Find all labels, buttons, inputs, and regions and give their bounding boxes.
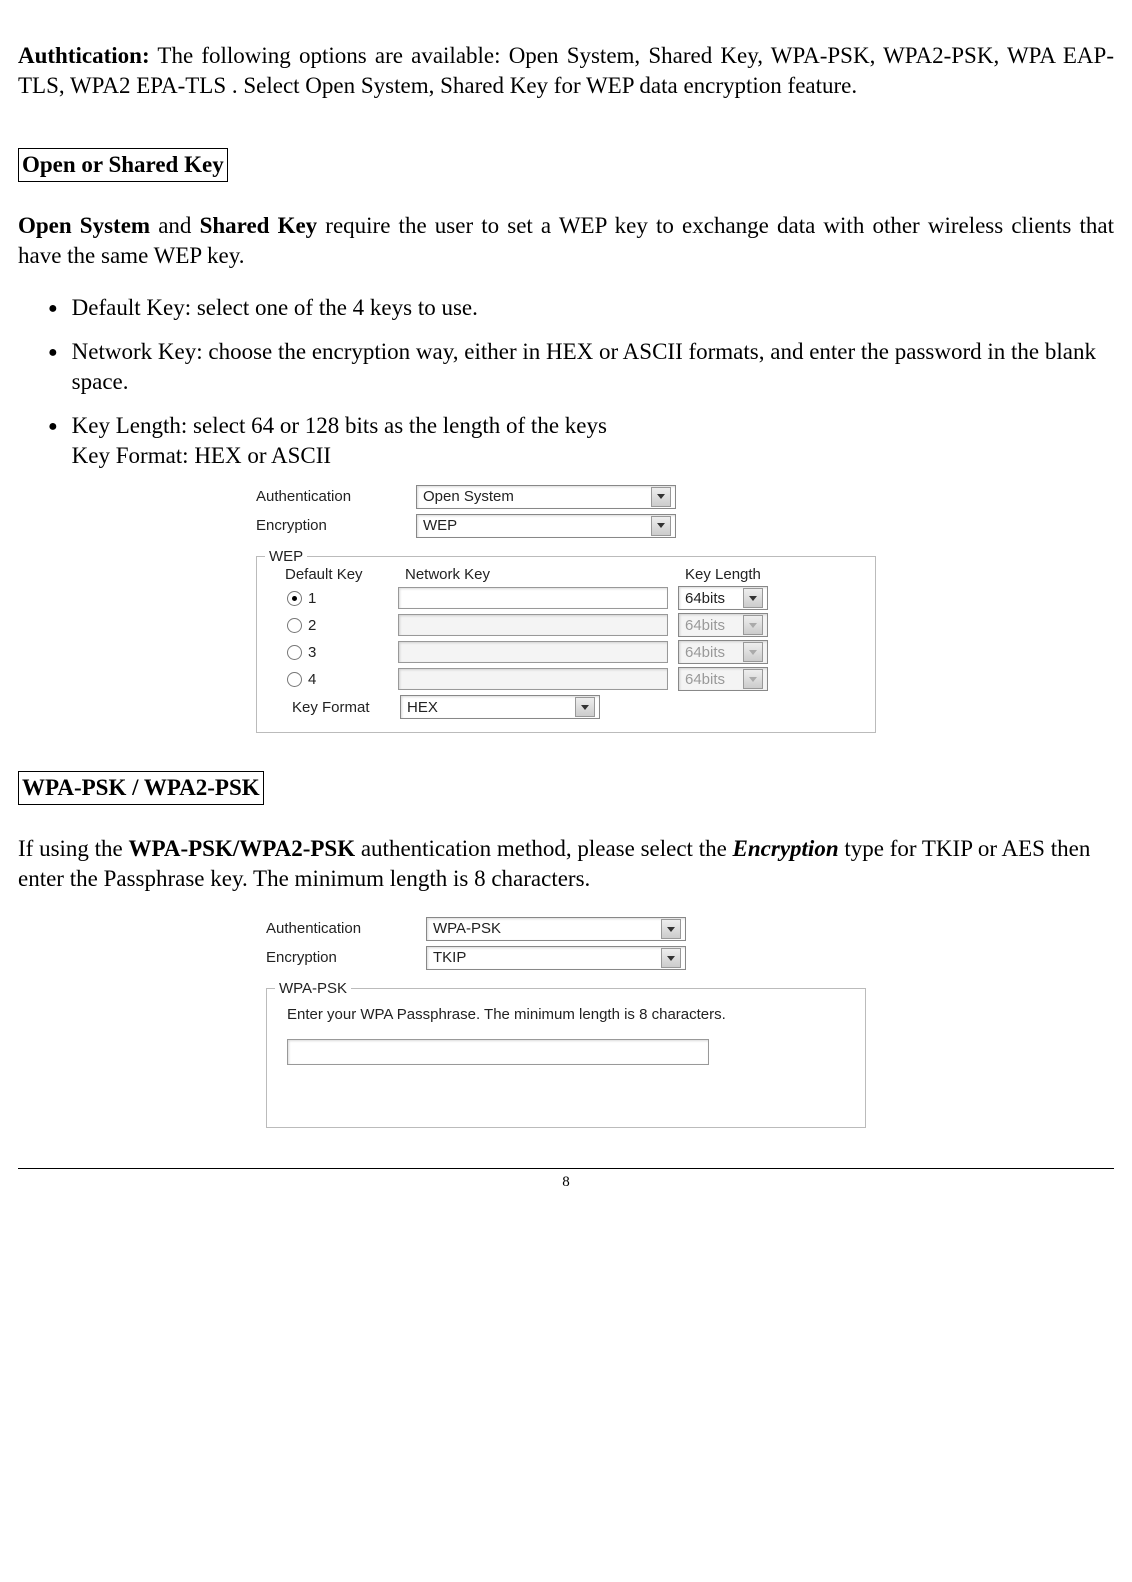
- bullet-subtext: Key Format: HEX or ASCII: [72, 441, 1114, 471]
- bullet-text: Default Key: select one of the 4 keys to…: [72, 293, 1114, 323]
- auth-select-2[interactable]: WPA-PSK: [426, 917, 686, 941]
- wep-key-row: 2 64bits: [267, 613, 865, 637]
- list-item: ● Key Length: select 64 or 128 bits as t…: [18, 411, 1114, 471]
- wep-legend: WEP: [265, 547, 307, 567]
- wep-key-row: 1 64bits: [267, 586, 865, 610]
- section-wpa-title: WPA-PSK / WPA2-PSK: [18, 771, 264, 805]
- key-format-select[interactable]: HEX: [400, 695, 600, 719]
- network-key-input-2[interactable]: [398, 614, 668, 636]
- key-length-select-3: 64bits: [678, 640, 768, 664]
- wep-key-row: 3 64bits: [267, 640, 865, 664]
- network-key-input-1[interactable]: [398, 587, 668, 609]
- passphrase-input[interactable]: [287, 1039, 709, 1065]
- auth-select[interactable]: Open System: [416, 485, 676, 509]
- key-length-select-4: 64bits: [678, 667, 768, 691]
- enc-select-2[interactable]: TKIP: [426, 946, 686, 970]
- intro-text: The following options are available: Ope…: [18, 43, 1114, 98]
- wpa-legend: WPA-PSK: [275, 979, 351, 999]
- bullet-icon: ●: [48, 417, 58, 438]
- wpa-config-panel: Authentication WPA-PSK Encryption TKIP W…: [266, 917, 866, 1128]
- wpa-fieldset: WPA-PSK Enter your WPA Passphrase. The m…: [266, 988, 866, 1128]
- section-open-shared-title: Open or Shared Key: [18, 148, 228, 182]
- auth-label-2: Authentication: [266, 919, 426, 939]
- wep-config-panel: Authentication Open System Encryption WE…: [256, 485, 876, 734]
- chevron-down-icon: [661, 948, 681, 968]
- wep-fieldset: WEP Default Key Network Key Key Length 1…: [256, 556, 876, 734]
- default-key-radio-1[interactable]: [287, 591, 302, 606]
- default-key-radio-2[interactable]: [287, 618, 302, 633]
- list-item: ● Default Key: select one of the 4 keys …: [18, 293, 1114, 323]
- key-length-select-2: 64bits: [678, 613, 768, 637]
- key-length-select-1[interactable]: 64bits: [678, 586, 768, 610]
- default-key-radio-4[interactable]: [287, 672, 302, 687]
- list-item: ● Network Key: choose the encryption way…: [18, 337, 1114, 397]
- chevron-down-icon: [743, 642, 763, 662]
- chevron-down-icon: [661, 919, 681, 939]
- hdr-default-key: Default Key: [267, 565, 405, 585]
- hdr-network-key: Network Key: [405, 565, 685, 585]
- section2-paragraph: If using the WPA-PSK/WPA2-PSK authentica…: [18, 834, 1114, 894]
- chevron-down-icon: [743, 588, 763, 608]
- chevron-down-icon: [743, 669, 763, 689]
- key-format-label: Key Format: [292, 698, 400, 718]
- chevron-down-icon: [743, 615, 763, 635]
- wep-key-row: 4 64bits: [267, 667, 865, 691]
- network-key-input-4[interactable]: [398, 668, 668, 690]
- network-key-input-3[interactable]: [398, 641, 668, 663]
- hdr-key-length: Key Length: [685, 565, 795, 585]
- section1-bold1: Open System: [18, 213, 150, 238]
- bullet-text: Key Length: select 64 or 128 bits as the…: [72, 413, 607, 438]
- bullet-list: ● Default Key: select one of the 4 keys …: [18, 293, 1114, 470]
- enc-label: Encryption: [256, 516, 416, 536]
- page-number: 8: [18, 1173, 1114, 1193]
- bullet-icon: ●: [48, 299, 58, 320]
- default-key-radio-3[interactable]: [287, 645, 302, 660]
- footer-divider: [18, 1168, 1114, 1169]
- enc-label-2: Encryption: [266, 948, 426, 968]
- intro-label: Authtication:: [18, 43, 150, 68]
- auth-label: Authentication: [256, 487, 416, 507]
- wpa-instruction: Enter your WPA Passphrase. The minimum l…: [287, 1005, 845, 1025]
- chevron-down-icon: [651, 516, 671, 536]
- bullet-icon: ●: [48, 343, 58, 364]
- section1-paragraph: Open System and Shared Key require the u…: [18, 211, 1114, 271]
- bullet-text: Network Key: choose the encryption way, …: [72, 337, 1114, 397]
- enc-select[interactable]: WEP: [416, 514, 676, 538]
- section1-bold2: Shared Key: [200, 213, 318, 238]
- chevron-down-icon: [575, 697, 595, 717]
- chevron-down-icon: [651, 487, 671, 507]
- intro-paragraph: Authtication: The following options are …: [18, 41, 1114, 101]
